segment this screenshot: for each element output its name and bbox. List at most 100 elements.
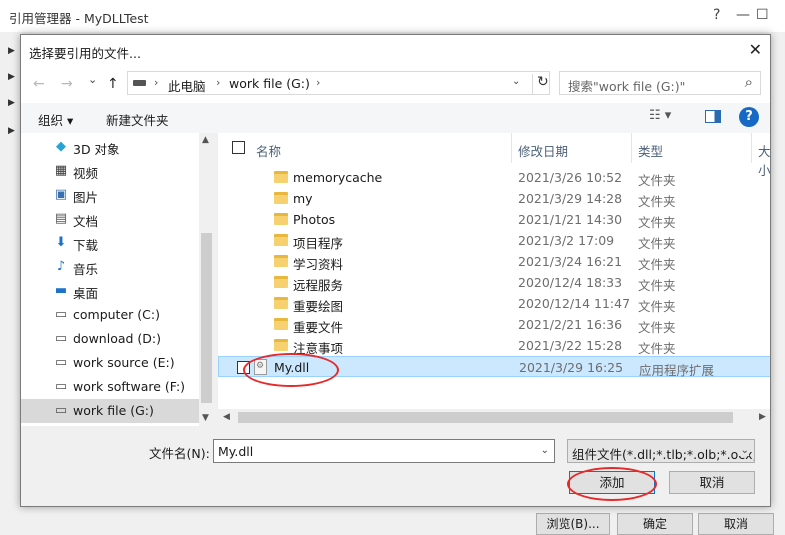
nav-item-label: work software (F:) (73, 379, 186, 394)
chevron-right-icon[interactable]: › (154, 76, 158, 89)
navigation-scrollbar[interactable]: ▲ ▼ (199, 133, 214, 426)
file-name: my (293, 191, 313, 206)
scroll-down-icon[interactable]: ▼ (202, 413, 209, 423)
3d-objects-icon: ◆ (56, 139, 66, 154)
file-name: My.dll (274, 360, 310, 375)
organize-menu[interactable]: 组织 ▾ (38, 110, 73, 129)
scroll-left-icon[interactable]: ◀ (223, 412, 230, 422)
nav-item-label: work source (E:) (73, 355, 175, 370)
folder-icon (274, 171, 288, 183)
nav-item-label: 文档 (73, 214, 99, 229)
nav-item[interactable]: ▦ 视频 (21, 159, 199, 183)
file-type: 文件夹 (638, 215, 676, 230)
expand-arrow-icon[interactable]: ▶ (8, 98, 15, 108)
bg-cancel-button[interactable]: 取消 (698, 513, 774, 535)
nav-item[interactable]: ⬇ 下载 (21, 231, 199, 255)
ok-button[interactable]: 确定 (617, 513, 693, 535)
help-button[interactable]: ? (713, 7, 720, 23)
filename-value[interactable]: My.dll (218, 444, 253, 459)
cancel-button[interactable]: 取消 (669, 471, 755, 494)
nav-item[interactable]: ▭ download (D:) (21, 327, 199, 351)
horizontal-scrollbar[interactable]: ◀ ▶ (218, 409, 770, 426)
scroll-up-icon[interactable]: ▲ (202, 135, 209, 145)
chevron-right-icon[interactable]: › (316, 76, 320, 89)
file-date: 2021/3/22 15:28 (518, 338, 623, 353)
file-row[interactable]: My.dll 2021/3/29 16:25 应用程序扩展 (218, 356, 770, 378)
nav-item[interactable]: ▬ 桌面 (21, 279, 199, 303)
window-title: 引用管理器 - MyDLLTest (9, 11, 149, 26)
downloads-icon: ⬇ (55, 235, 67, 250)
scroll-right-icon[interactable]: ▶ (759, 412, 766, 422)
drive-icon: ▭ (54, 331, 68, 346)
column-divider[interactable] (631, 133, 632, 163)
chevron-down-icon[interactable]: ⌄ (738, 445, 749, 456)
file-row[interactable]: 项目程序 2021/3/2 17:09 文件夹 (218, 230, 770, 251)
folder-icon (274, 213, 288, 225)
nav-item[interactable]: ▣ 图片 (21, 183, 199, 207)
nav-item[interactable]: ▭ work software (F:) (21, 375, 199, 399)
nav-item[interactable]: ▭ work source (E:) (21, 351, 199, 375)
filetype-select[interactable]: 组件文件(*.dll;*.tlb;*.olb;*.ocx; ⌄ (567, 439, 755, 463)
file-row[interactable]: 远程服务 2020/12/4 18:33 文件夹 (218, 272, 770, 293)
music-icon: ♪ (56, 259, 66, 274)
file-name: 重要文件 (293, 320, 344, 335)
expand-arrow-icon[interactable]: ▶ (8, 72, 15, 82)
search-placeholder: 搜索"work file (G:)" (568, 79, 686, 94)
nav-item[interactable]: ▭ computer (C:) (21, 303, 199, 327)
column-name[interactable]: 名称 (256, 141, 281, 160)
chevron-right-icon[interactable]: › (216, 76, 220, 89)
chevron-down-icon[interactable]: ⌄ (541, 445, 549, 456)
background-scroll-strip (771, 32, 785, 507)
row-checkbox[interactable] (237, 361, 250, 374)
search-icon[interactable]: ⌕ (745, 73, 753, 91)
back-arrow-icon[interactable]: ← (33, 76, 45, 92)
file-row[interactable]: my 2021/3/29 14:28 文件夹 (218, 188, 770, 209)
add-button[interactable]: 添加 (569, 471, 655, 494)
column-divider[interactable] (751, 133, 752, 163)
folder-icon (274, 276, 288, 288)
preview-pane-icon[interactable] (705, 110, 721, 123)
file-row[interactable]: Photos 2021/1/21 14:30 文件夹 (218, 209, 770, 230)
nav-item[interactable]: ▭ work file (G:) (21, 399, 199, 423)
select-all-checkbox[interactable] (232, 141, 245, 154)
file-row[interactable]: memorycache 2021/3/26 10:52 文件夹 (218, 167, 770, 188)
filetype-value[interactable]: 组件文件(*.dll;*.tlb;*.olb;*.ocx; (572, 444, 754, 462)
expand-arrow-icon[interactable]: ▶ (8, 46, 15, 56)
nav-item[interactable]: ♪ 音乐 (21, 255, 199, 279)
recent-locations-icon[interactable]: ⌄ (88, 73, 97, 86)
folder-icon (274, 318, 288, 330)
file-row[interactable]: 注意事项 2021/3/22 15:28 文件夹 (218, 335, 770, 356)
minimize-button[interactable]: — (736, 7, 750, 23)
view-options-icon[interactable]: ☷ ▾ (649, 108, 671, 123)
filename-input[interactable]: My.dll ⌄ (213, 439, 555, 463)
browse-button[interactable]: 浏览(B)... (536, 513, 610, 535)
forward-arrow-icon[interactable]: → (61, 76, 73, 92)
nav-item[interactable]: ◆ 3D 对象 (21, 135, 199, 159)
sort-ascending-icon: ^ (355, 133, 364, 140)
up-arrow-icon[interactable]: ↑ (107, 76, 119, 92)
nav-item[interactable]: ▤ 文档 (21, 207, 199, 231)
file-row[interactable]: 重要绘图 2020/12/14 11:47 文件夹 (218, 293, 770, 314)
new-folder-button[interactable]: 新建文件夹 (106, 110, 169, 129)
column-divider[interactable] (511, 133, 512, 163)
refresh-icon[interactable]: ↻ (532, 74, 549, 94)
column-type[interactable]: 类型 (638, 141, 663, 160)
column-date[interactable]: 修改日期 (518, 141, 568, 160)
help-icon[interactable]: ? (739, 107, 759, 127)
chevron-down-icon[interactable]: ⌄ (512, 76, 520, 87)
scrollbar-thumb[interactable] (201, 233, 212, 403)
close-icon[interactable]: ✕ (749, 40, 762, 59)
search-input[interactable]: 搜索"work file (G:)" ⌕ (559, 71, 761, 95)
desktop-icon: ▬ (54, 283, 68, 298)
address-bar[interactable]: › 此电脑 › work file (G:) › ⌄ ↻ (127, 71, 550, 95)
expand-arrow-icon[interactable]: ▶ (8, 126, 15, 136)
maximize-button[interactable]: ☐ (756, 7, 769, 23)
file-name: memorycache (293, 170, 383, 185)
file-row[interactable]: 重要文件 2021/2/21 16:36 文件夹 (218, 314, 770, 335)
breadcrumb-work-file[interactable]: work file (G:) (229, 76, 310, 91)
breadcrumb-this-pc[interactable]: 此电脑 (168, 76, 206, 95)
file-name: Photos (293, 212, 336, 227)
file-row[interactable]: 学习资料 2021/3/24 16:21 文件夹 (218, 251, 770, 272)
scrollbar-thumb[interactable] (238, 412, 733, 423)
drive-icon (133, 80, 146, 86)
